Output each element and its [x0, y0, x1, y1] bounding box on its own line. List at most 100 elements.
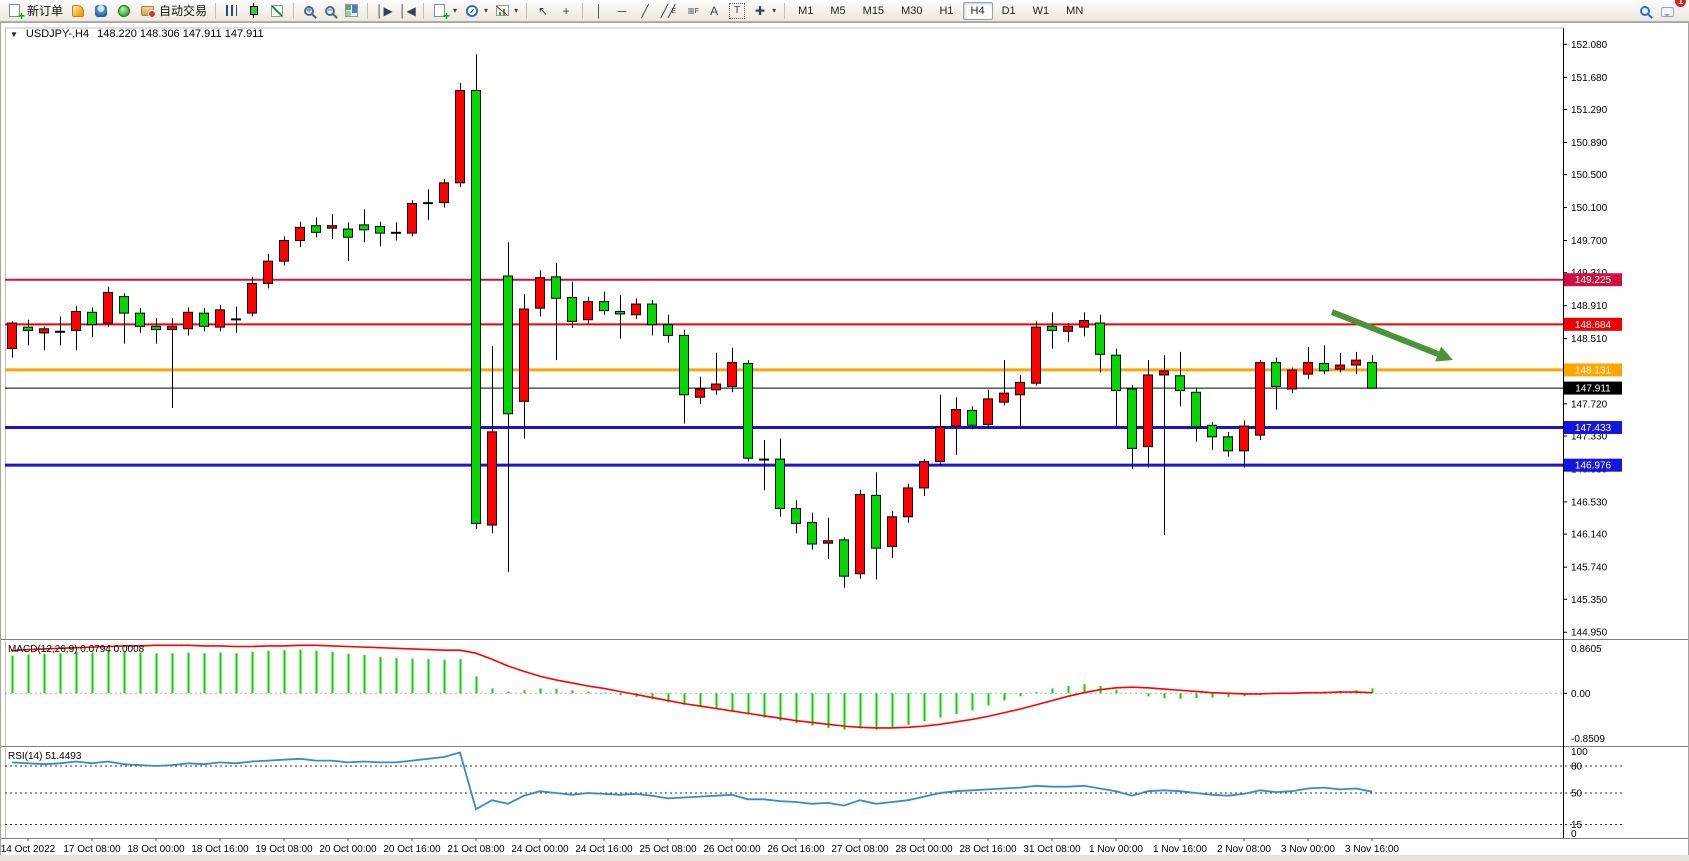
candle-body	[520, 309, 529, 401]
svg-text:148.131: 148.131	[1575, 365, 1612, 376]
line-chart-button[interactable]	[266, 1, 288, 21]
search-icon	[1640, 6, 1650, 16]
svg-text:145.350: 145.350	[1571, 595, 1608, 606]
candle-body	[872, 495, 881, 548]
line-chart-icon	[271, 5, 283, 17]
text-label-button[interactable]: T	[726, 1, 748, 21]
svg-text:-0.8509: -0.8509	[1571, 734, 1605, 745]
svg-text:148.510: 148.510	[1571, 334, 1608, 345]
candle-body	[40, 329, 49, 333]
chart-shift-button[interactable]: │◀	[396, 1, 418, 21]
candle-body	[1208, 425, 1217, 437]
candle-body	[88, 312, 97, 324]
timeframe-m5-button[interactable]: M5	[822, 2, 853, 20]
timeframe-m30-button[interactable]: M30	[893, 2, 930, 20]
auto-scroll-icon: │▶	[376, 3, 392, 19]
autotrading-button[interactable]: 自动交易	[136, 1, 210, 21]
svg-text:146.530: 146.530	[1571, 497, 1608, 508]
candle-body	[472, 90, 481, 523]
notifications-button[interactable]: 1	[1656, 1, 1679, 21]
timeframe-d1-button[interactable]: D1	[994, 2, 1024, 20]
triangle-down-icon[interactable]: ▼	[10, 30, 18, 39]
time-label: 3 Nov 00:00	[1281, 844, 1335, 855]
candle-body	[216, 310, 225, 327]
pencil-icon	[72, 5, 84, 17]
svg-text:50: 50	[1571, 789, 1583, 800]
bar-chart-button[interactable]	[221, 1, 242, 21]
vertical-line-button[interactable]: │	[588, 1, 610, 21]
periods-button[interactable]: ▾	[461, 1, 491, 21]
timeframe-w1-button[interactable]: W1	[1025, 2, 1058, 20]
indicators-button[interactable]: ▾	[492, 1, 521, 21]
time-label: 28 Oct 00:00	[895, 844, 953, 855]
auto-scroll-button[interactable]: │▶	[373, 1, 395, 21]
zoom-in-icon	[304, 6, 314, 16]
candle-body	[744, 363, 753, 458]
arrow-tools-button[interactable]: ✚▾	[749, 1, 779, 21]
candle-body	[248, 283, 257, 313]
candle-body	[648, 304, 657, 325]
text-button[interactable]: A	[703, 1, 725, 21]
candle-body	[1288, 370, 1297, 389]
candle-body	[72, 311, 81, 330]
svg-text:149.700: 149.700	[1571, 236, 1608, 247]
vertical-line-icon: │	[591, 3, 607, 19]
signals-button[interactable]	[113, 1, 135, 21]
svg-text:146.140: 146.140	[1571, 530, 1608, 541]
candle-body	[824, 541, 833, 543]
candle-body	[968, 410, 977, 425]
notification-badge: 1	[1675, 0, 1686, 7]
candlestick-chart-button[interactable]	[243, 1, 265, 21]
candle-body	[1016, 382, 1025, 394]
candle-body	[8, 323, 17, 349]
new-order-label: 新订单	[27, 2, 63, 19]
time-label: 18 Oct 00:00	[127, 844, 185, 855]
svg-text:144.950: 144.950	[1571, 628, 1608, 639]
new-order-button[interactable]: 新订单	[4, 1, 66, 21]
candle-body	[504, 276, 513, 414]
svg-text:149.225: 149.225	[1575, 275, 1612, 286]
svg-text:0.00: 0.00	[1571, 689, 1591, 700]
candle-body	[600, 302, 609, 311]
autotrading-icon	[141, 6, 154, 16]
candle-body	[152, 326, 161, 329]
candle-body	[856, 495, 865, 574]
time-label: 31 Oct 08:00	[1023, 844, 1081, 855]
chat-bubble-icon	[1661, 7, 1674, 17]
candle-body	[1256, 363, 1265, 436]
candle-body	[920, 462, 929, 488]
horizontal-line-button[interactable]: ─	[611, 1, 633, 21]
timeframe-m1-button[interactable]: M1	[790, 2, 821, 20]
candle-body	[1128, 389, 1137, 448]
cursor-button[interactable]: ↖	[532, 1, 554, 21]
trendline-button[interactable]: ╱	[634, 1, 656, 21]
timeframe-h1-button[interactable]: H1	[931, 2, 961, 20]
timeframe-mn-button[interactable]: MN	[1058, 2, 1091, 20]
svg-text:150.890: 150.890	[1571, 138, 1608, 149]
time-label: 17 Oct 08:00	[63, 844, 121, 855]
time-label: 24 Oct 00:00	[511, 844, 569, 855]
tile-windows-button[interactable]	[341, 1, 362, 21]
svg-text:148.910: 148.910	[1571, 301, 1608, 312]
zoom-out-button[interactable]	[320, 1, 340, 21]
timeframe-m15-button[interactable]: M15	[855, 2, 892, 20]
market-watch-button[interactable]	[90, 1, 112, 21]
equidistant-channel-button[interactable]: ╱╱	[657, 1, 679, 21]
toolbar-separator	[784, 3, 785, 19]
time-label: 1 Nov 16:00	[1153, 844, 1207, 855]
horizontal-line-icon: ─	[614, 3, 630, 19]
timeframe-h4-button[interactable]: H4	[963, 2, 993, 20]
chart-ohlc-values: 148.220 148.306 147.911 147.911	[97, 28, 264, 40]
new-order-icon	[9, 4, 20, 17]
candle-body	[536, 278, 545, 309]
candle-body	[1048, 326, 1057, 330]
crosshair-button[interactable]: +	[555, 1, 577, 21]
new-chart-button[interactable]: ▾	[429, 1, 460, 21]
search-button[interactable]	[1635, 1, 1655, 21]
metaeditor-button[interactable]	[67, 1, 89, 21]
candle-body	[184, 312, 193, 328]
fibonacci-button[interactable]: ≡	[680, 1, 702, 21]
candle-body	[1000, 393, 1009, 402]
zoom-in-button[interactable]	[299, 1, 319, 21]
chevron-down-icon: ▾	[484, 6, 488, 15]
